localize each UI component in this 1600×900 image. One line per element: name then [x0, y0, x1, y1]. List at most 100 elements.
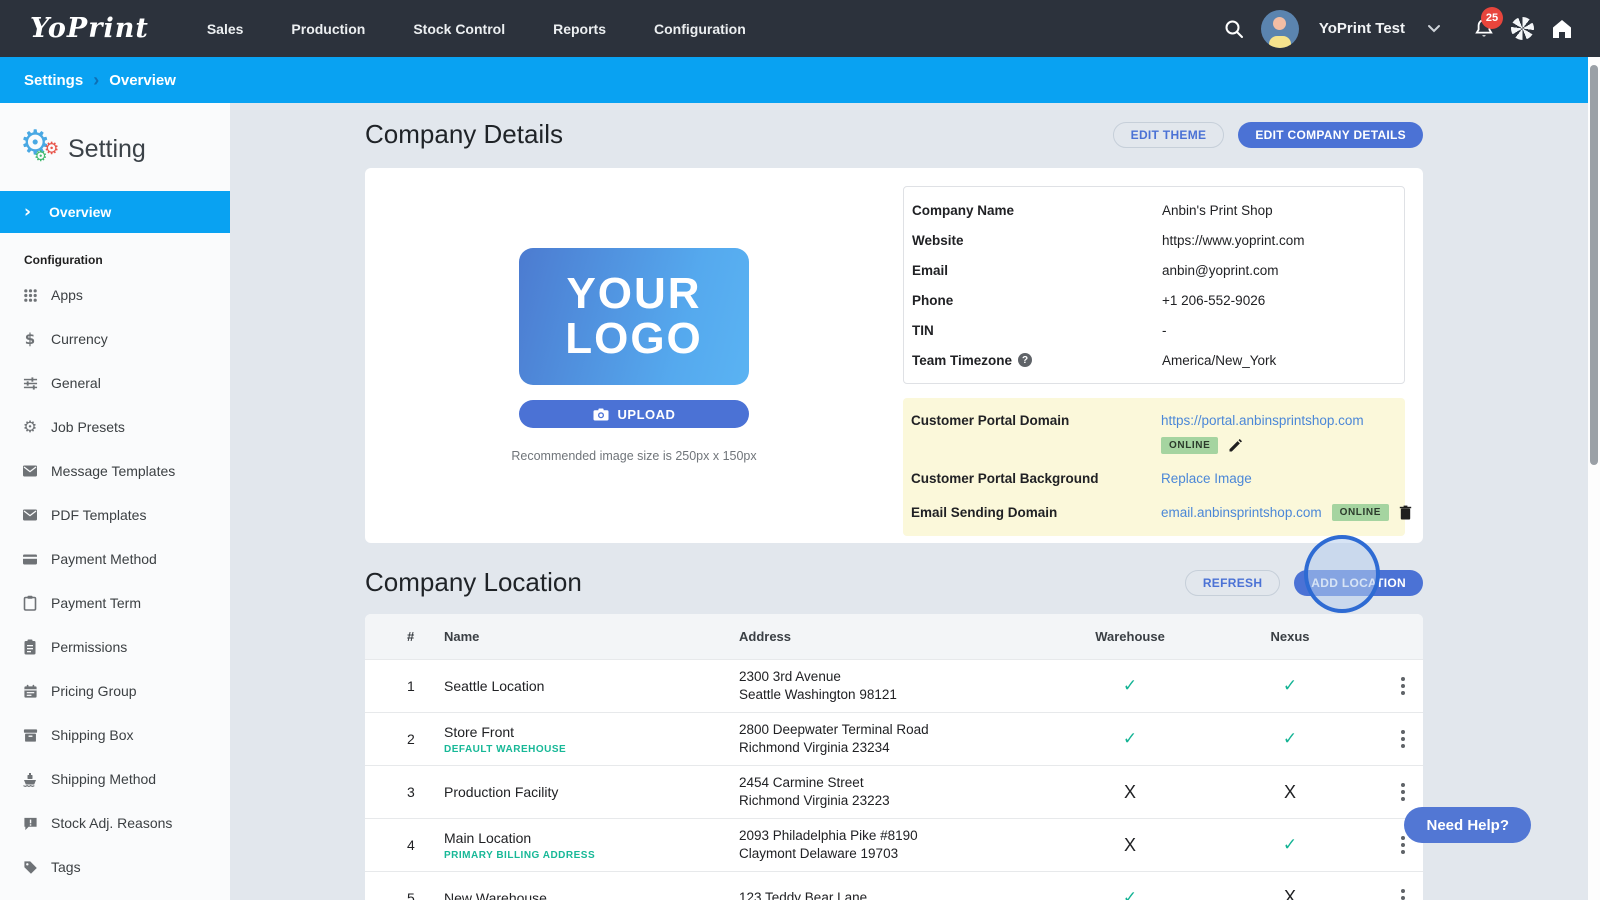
breadcrumb-chevron-icon: ›: [93, 69, 100, 90]
apps-grid-icon: [22, 287, 38, 303]
field-email: Email anbin@yoprint.com: [912, 262, 1279, 278]
sidebar-item-shipping-box[interactable]: Shipping Box: [0, 713, 230, 757]
comment-alert-icon: [22, 815, 38, 831]
envelope-icon: [22, 463, 38, 479]
row-menu-kebab-icon[interactable]: [1401, 888, 1423, 900]
upload-logo-button[interactable]: UPLOAD: [519, 400, 749, 428]
settings-gears-icon: ⚙ ⚙ ⚙: [20, 123, 60, 165]
avatar-body: [1268, 35, 1291, 48]
sliders-icon: [22, 375, 38, 391]
sidebar-item-currency[interactable]: $ Currency: [0, 317, 230, 361]
add-location-button[interactable]: ADD LOCATION: [1294, 569, 1423, 596]
settings-sidebar: ⚙ ⚙ ⚙ Setting › Overview Configuration App…: [0, 103, 230, 900]
portal-online-badge: ONLINE: [1161, 437, 1219, 454]
tag-icon: [22, 859, 38, 875]
clipboard-icon: [22, 595, 38, 611]
sidebar-title-label: Setting: [68, 134, 146, 163]
company-location-table: # Name Address Warehouse Nexus 1 Seattle…: [365, 614, 1423, 900]
envelope-icon: [22, 507, 38, 523]
page-scrollbar[interactable]: [1588, 57, 1600, 900]
warehouse-mark: ✓: [1122, 729, 1138, 749]
camera-icon: [593, 408, 609, 421]
sidebar-item-tags[interactable]: Tags: [0, 845, 230, 889]
ship-icon: [22, 771, 38, 787]
nav-item-reports[interactable]: Reports: [529, 1, 630, 57]
edit-theme-button[interactable]: EDIT THEME: [1112, 121, 1225, 148]
credit-card-icon: [22, 551, 38, 567]
sidebar-item-permissions[interactable]: Permissions: [0, 625, 230, 669]
sidebar-title: ⚙ ⚙ ⚙ Setting: [0, 103, 230, 191]
help-icon[interactable]: ?: [1018, 353, 1033, 367]
portal-background-row: Customer Portal Background Replace Image: [911, 471, 1252, 486]
delete-trash-icon[interactable]: [1399, 505, 1412, 520]
home-icon[interactable]: [1550, 18, 1574, 40]
refresh-button[interactable]: REFRESH: [1184, 569, 1281, 596]
nexus-mark: ✓: [1282, 676, 1298, 696]
table-row: 3 Production Facility 2454 Carmine Stree…: [365, 765, 1423, 818]
row-menu-kebab-icon[interactable]: [1401, 730, 1423, 748]
warehouse-mark: ✓: [1122, 676, 1138, 696]
nav-item-production[interactable]: Production: [267, 1, 389, 57]
field-website: Website https://www.yoprint.com: [912, 232, 1305, 248]
sidebar-item-message-templates[interactable]: Message Templates: [0, 449, 230, 493]
email-sending-domain-row: Email Sending Domain email.anbinsprintsh…: [911, 504, 1412, 521]
search-icon[interactable]: [1223, 18, 1245, 40]
avatar-head: [1273, 16, 1287, 30]
nav-item-configuration[interactable]: Configuration: [630, 1, 770, 57]
customer-portal-panel: Customer Portal Domain https://portal.an…: [903, 398, 1412, 536]
company-fields-table: Company Name Anbin's Print Shop Website ht…: [903, 186, 1405, 384]
email-domain-link[interactable]: email.anbinsprintshop.com: [1161, 505, 1322, 520]
sidebar-item-job-presets[interactable]: ⚙ Job Presets: [0, 405, 230, 449]
scrollbar-thumb[interactable]: [1590, 65, 1598, 465]
nexus-mark: X: [1283, 781, 1296, 802]
nexus-mark: ✓: [1282, 835, 1298, 855]
breadcrumb-overview[interactable]: Overview: [109, 72, 176, 89]
portal-domain-link[interactable]: https://portal.anbinsprintshop.com: [1161, 413, 1364, 428]
company-details-heading: Company Details: [365, 119, 563, 149]
row-menu-kebab-icon[interactable]: [1401, 783, 1423, 801]
nav-item-sales[interactable]: Sales: [183, 1, 268, 57]
replace-image-link[interactable]: Replace Image: [1161, 471, 1252, 486]
location-table-header: # Name Address Warehouse Nexus: [365, 614, 1423, 659]
email-online-badge: ONLINE: [1331, 504, 1389, 521]
nav-item-stock-control[interactable]: Stock Control: [389, 1, 529, 57]
table-row: 2 Store Front DEFAULT WAREHOUSE 2800 Deep…: [365, 712, 1423, 765]
main-content: Company Details EDIT THEME EDIT COMPANY …: [230, 103, 1588, 900]
notification-count-badge: 25: [1481, 6, 1503, 29]
nexus-mark: ✓: [1282, 729, 1298, 749]
sidebar-item-pricing-group[interactable]: Pricing Group: [0, 669, 230, 713]
need-help-button[interactable]: Need Help?: [1404, 807, 1531, 843]
edit-company-details-button[interactable]: EDIT COMPANY DETAILS: [1238, 121, 1423, 148]
sidebar-item-general[interactable]: General: [0, 361, 230, 405]
row-menu-kebab-icon[interactable]: [1401, 677, 1423, 695]
main-menu: Sales Production Stock Control Reports C…: [183, 1, 770, 57]
calendar-icon: [22, 683, 38, 699]
warehouse-mark: X: [1123, 781, 1136, 802]
field-tin: TIN -: [912, 322, 1167, 338]
breadcrumb-settings[interactable]: Settings: [24, 72, 83, 89]
logo-size-hint: Recommended image size is 250px x 150px: [511, 449, 757, 463]
sidebar-section-configuration: Configuration: [24, 253, 103, 267]
yoprint-logo[interactable]: YoPrint: [30, 13, 149, 44]
edit-pencil-icon[interactable]: [1228, 438, 1243, 453]
nexus-mark: X: [1283, 887, 1296, 900]
company-details-card: YOUR LOGO UPLOAD Recommended image size …: [365, 168, 1423, 543]
chevron-down-icon[interactable]: [1427, 24, 1441, 33]
sidebar-item-stock-adj-reasons[interactable]: Stock Adj. Reasons: [0, 801, 230, 845]
sidebar-item-overview[interactable]: › Overview: [0, 191, 230, 233]
notifications-bell-icon[interactable]: 25: [1473, 6, 1503, 41]
gear-icon: ⚙: [22, 417, 38, 436]
company-location-heading: Company Location: [365, 567, 582, 597]
whats-new-aperture-icon[interactable]: [1511, 17, 1534, 40]
sidebar-item-apps[interactable]: Apps: [0, 273, 230, 317]
archive-box-icon: [22, 727, 38, 743]
sidebar-item-pdf-templates[interactable]: PDF Templates: [0, 493, 230, 537]
sidebar-item-payment-method[interactable]: Payment Method: [0, 537, 230, 581]
sidebar-item-payment-term[interactable]: Payment Term: [0, 581, 230, 625]
field-phone: Phone +1 206-552-9026: [912, 292, 1266, 308]
portal-domain-row: Customer Portal Domain https://portal.an…: [911, 412, 1397, 454]
sidebar-item-shipping-method[interactable]: Shipping Method: [0, 757, 230, 801]
user-avatar[interactable]: [1260, 9, 1299, 48]
table-row: 4 Main Location PRIMARY BILLING ADDRESS 2…: [365, 818, 1423, 871]
user-name[interactable]: YoPrint Test: [1319, 20, 1405, 37]
